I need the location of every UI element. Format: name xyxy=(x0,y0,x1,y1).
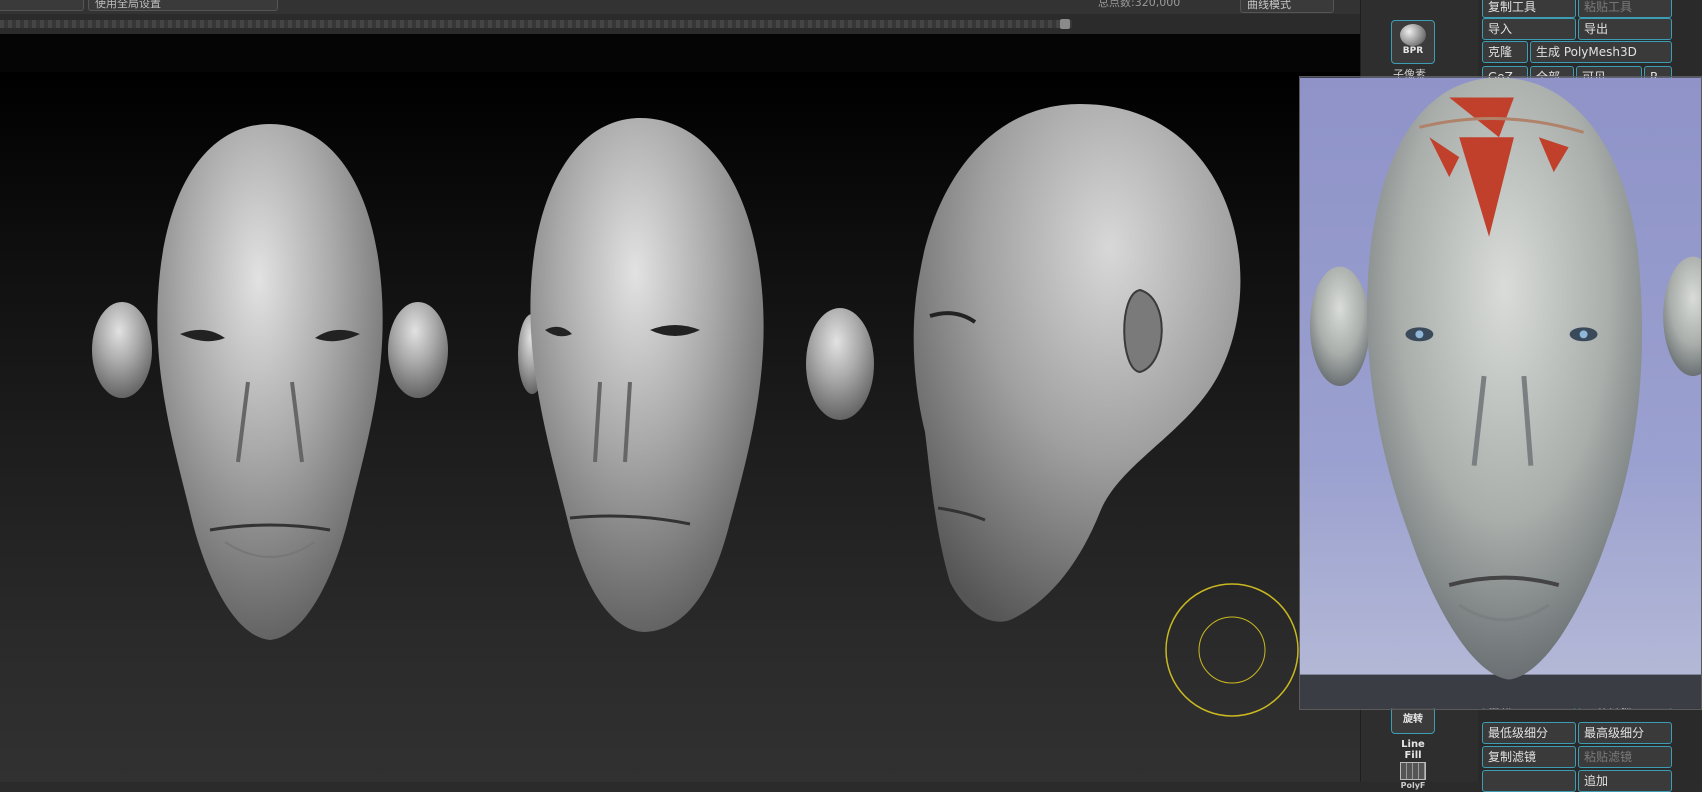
highest-subdiv-button[interactable]: 最高级细分 xyxy=(1578,722,1672,744)
panel-blank-button[interactable] xyxy=(1482,770,1576,792)
3d-viewport[interactable] xyxy=(0,72,1360,782)
top-button-left[interactable] xyxy=(0,0,84,11)
paste-tool-button[interactable]: 粘贴工具 xyxy=(1578,0,1672,18)
export-button[interactable]: 导出 xyxy=(1578,18,1672,40)
total-vertices-readout: 总点数:320,000 xyxy=(1098,0,1181,9)
paste-filter-button[interactable]: 粘贴滤镜 xyxy=(1578,746,1672,768)
lowest-subdiv-button[interactable]: 最低级细分 xyxy=(1482,722,1576,744)
head-side xyxy=(913,104,1241,622)
timeline-slider[interactable] xyxy=(0,20,1072,28)
canvas-header-strip xyxy=(0,34,1360,73)
sculpt-heads-render xyxy=(92,104,1241,640)
copy-tool-button[interactable]: 复制工具 xyxy=(1482,0,1576,18)
timeline-slider-knob[interactable] xyxy=(1060,19,1070,29)
linefill-label: Line Fill xyxy=(1401,739,1425,761)
make-polymesh-button[interactable]: 生成 PolyMesh3D xyxy=(1530,41,1672,63)
linefill-polyf-button[interactable]: Line Fill PolyF xyxy=(1391,738,1435,790)
transform-gyro-icon[interactable] xyxy=(1164,582,1300,718)
rotate-button[interactable]: 旋转 xyxy=(1391,706,1435,734)
polyframe-icon xyxy=(1400,762,1426,780)
copy-filter-button[interactable]: 复制滤镜 xyxy=(1482,746,1576,768)
clone-button[interactable]: 克隆 xyxy=(1482,41,1528,63)
bpr-render-button[interactable]: BPR xyxy=(1391,20,1435,64)
sphere-icon xyxy=(1400,24,1426,46)
curve-mode-button[interactable]: 曲线模式 xyxy=(1240,0,1334,13)
global-settings-button[interactable]: 使用全局设置 xyxy=(88,0,278,11)
polyf-label: PolyF xyxy=(1400,781,1426,790)
import-button[interactable]: 导入 xyxy=(1482,18,1576,40)
bpr-label: BPR xyxy=(1402,46,1424,56)
reference-image xyxy=(1299,76,1702,710)
head-front xyxy=(92,124,448,640)
head-three-quarter xyxy=(518,118,874,632)
append-button[interactable]: 追加 xyxy=(1578,770,1672,792)
